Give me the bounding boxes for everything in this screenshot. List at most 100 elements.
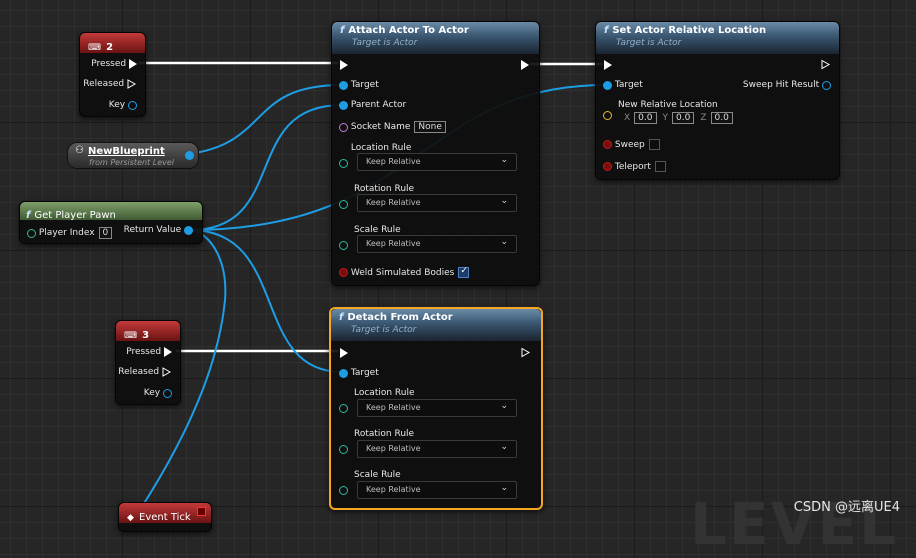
attach-weld-pin[interactable]: Weld Simulated Bodies xyxy=(339,266,470,278)
event-tick-node[interactable]: ◆ Event Tick xyxy=(118,502,212,532)
enum-pin-icon[interactable] xyxy=(339,404,348,413)
vector-pin-icon[interactable] xyxy=(603,111,612,120)
enum-pin-icon[interactable] xyxy=(339,486,348,495)
key-3-released-pin[interactable]: Released xyxy=(118,367,172,377)
set-target-pin[interactable]: Target xyxy=(603,80,643,90)
pin-label: Scale Rule xyxy=(354,470,401,480)
object-pin-icon[interactable] xyxy=(339,368,348,378)
exec-input-pin[interactable] xyxy=(340,348,348,358)
detach-from-actor-node[interactable]: f Detach From Actor Target is Actor Targe… xyxy=(329,307,543,510)
exec-input-pin[interactable] xyxy=(604,60,612,70)
detach-scale-rule-dropdown[interactable]: Keep Relative ⌄ xyxy=(357,481,517,499)
pin-label: Location Rule xyxy=(350,143,412,153)
detach-target-pin[interactable]: Target xyxy=(339,368,379,378)
key-2-pressed-pin[interactable]: Pressed xyxy=(91,59,137,69)
key-2-title: 2 xyxy=(106,42,114,53)
struct-pin-icon[interactable] xyxy=(163,388,172,398)
teleport-pin[interactable]: Teleport xyxy=(603,161,666,172)
object-output-pin[interactable] xyxy=(185,151,194,160)
delegate-pin-icon[interactable] xyxy=(197,507,206,516)
struct-pin-icon[interactable] xyxy=(822,80,831,90)
attach-parent-actor-pin[interactable]: Parent Actor xyxy=(339,100,406,110)
exec-output-pin[interactable] xyxy=(821,59,831,70)
x-input[interactable]: 0.0 xyxy=(634,112,657,124)
z-input[interactable]: 0.0 xyxy=(710,112,733,124)
dropdown-value: Keep Relative xyxy=(366,239,421,248)
detach-rotation-rule-pin: Rotation Rule xyxy=(354,429,414,439)
function-icon: f xyxy=(340,25,345,36)
new-blueprint-reference-node[interactable]: ⚇ NewBlueprint from Persistent Level xyxy=(67,142,199,169)
key-3-pressed-pin[interactable]: Pressed xyxy=(126,347,172,357)
pin-label: Sweep xyxy=(614,139,645,150)
exec-output-pin[interactable] xyxy=(521,60,529,70)
object-pin-icon[interactable] xyxy=(184,225,193,235)
chevron-down-icon: ⌄ xyxy=(500,196,508,206)
set-actor-relative-location-node[interactable]: f Set Actor Relative Location Target is A… xyxy=(595,21,840,180)
set-location-subtitle: Target is Actor xyxy=(616,38,682,48)
attach-subtitle: Target is Actor xyxy=(352,38,418,48)
bool-pin-icon[interactable] xyxy=(339,268,348,277)
struct-pin-icon[interactable] xyxy=(128,100,137,110)
enum-pin-icon[interactable] xyxy=(339,241,348,250)
exec-pin-icon[interactable] xyxy=(162,367,172,377)
pin-label: Key xyxy=(108,100,126,110)
exec-output-pin[interactable] xyxy=(521,347,531,358)
new-blueprint-title: NewBlueprint xyxy=(88,146,165,157)
exec-pin-icon[interactable] xyxy=(129,59,137,69)
exec-pin-icon[interactable] xyxy=(164,347,172,357)
rotation-rule-dropdown[interactable]: Keep Relative ⌄ xyxy=(357,194,517,212)
socket-name-input[interactable]: None xyxy=(414,121,446,133)
get-player-pawn-node[interactable]: f Get Player Pawn Player Index 0 Return V… xyxy=(19,201,203,244)
key-2-released-pin[interactable]: Released xyxy=(83,79,137,89)
enum-pin-icon[interactable] xyxy=(339,445,348,454)
bool-pin-icon[interactable] xyxy=(603,162,612,171)
sweep-hit-result-pin[interactable]: Sweep Hit Result xyxy=(743,80,831,90)
detach-rotation-rule-dropdown[interactable]: Keep Relative ⌄ xyxy=(357,440,517,458)
pin-label: Sweep Hit Result xyxy=(742,80,820,90)
object-pin-icon[interactable] xyxy=(603,80,612,90)
bool-pin-icon[interactable] xyxy=(603,140,612,149)
y-input[interactable]: 0.0 xyxy=(672,112,695,124)
pin-label: Location Rule xyxy=(354,388,415,398)
attach-location-rule-pin: Location Rule xyxy=(339,143,412,153)
scale-rule-dropdown[interactable]: Keep Relative ⌄ xyxy=(357,235,517,253)
event-tick-header: ◆ Event Tick xyxy=(119,503,211,523)
pin-label: Rotation Rule xyxy=(354,184,415,194)
object-pin-icon[interactable] xyxy=(339,100,348,110)
attach-header: f Attach Actor To Actor Target is Actor xyxy=(332,22,539,54)
chevron-down-icon: ⌄ xyxy=(500,442,508,452)
key-3-event-node[interactable]: ⌨ 3 Pressed Released Key xyxy=(115,320,181,405)
key-2-event-node[interactable]: ⌨ 2 Pressed Released Key xyxy=(79,32,146,117)
teleport-checkbox[interactable] xyxy=(654,161,666,172)
pin-label: Pressed xyxy=(126,347,162,357)
enum-pin-icon[interactable] xyxy=(339,159,348,168)
key-2-key-pin[interactable]: Key xyxy=(109,100,137,110)
set-location-header: f Set Actor Relative Location Target is A… xyxy=(596,22,839,54)
exec-pin-icon[interactable] xyxy=(127,79,137,89)
enum-pin-icon[interactable] xyxy=(339,200,348,209)
object-wire-blueprint-target xyxy=(194,84,343,154)
player-index-input[interactable]: 0 xyxy=(98,227,113,239)
pin-label: Scale Rule xyxy=(354,225,401,235)
attach-socket-name-pin[interactable]: Socket Name None xyxy=(339,121,446,133)
sweep-pin[interactable]: Sweep xyxy=(603,139,660,150)
player-index-pin[interactable]: Player Index 0 xyxy=(27,227,113,239)
return-value-pin[interactable]: Return Value xyxy=(124,225,193,235)
attach-actor-to-actor-node[interactable]: f Attach Actor To Actor Target is Actor T… xyxy=(331,21,540,286)
key-3-title: 3 xyxy=(142,330,150,341)
location-rule-dropdown[interactable]: Keep Relative ⌄ xyxy=(357,153,517,171)
detach-location-rule-dropdown[interactable]: Keep Relative ⌄ xyxy=(357,399,517,417)
name-pin-icon[interactable] xyxy=(339,122,348,132)
pin-label: Released xyxy=(83,79,125,89)
key-3-key-pin[interactable]: Key xyxy=(144,388,172,398)
weld-checkbox[interactable] xyxy=(458,266,470,278)
chevron-down-icon: ⌄ xyxy=(500,401,508,411)
exec-input-pin[interactable] xyxy=(340,60,348,70)
int-pin-icon[interactable] xyxy=(27,228,36,238)
get-player-pawn-header: f Get Player Pawn xyxy=(20,202,202,221)
attach-target-pin[interactable]: Target xyxy=(339,80,379,90)
dropdown-value: Keep Relative xyxy=(366,403,421,412)
object-pin-icon[interactable] xyxy=(339,80,348,90)
actor-reference-icon: ⚇ xyxy=(75,145,84,156)
sweep-checkbox[interactable] xyxy=(648,139,660,150)
